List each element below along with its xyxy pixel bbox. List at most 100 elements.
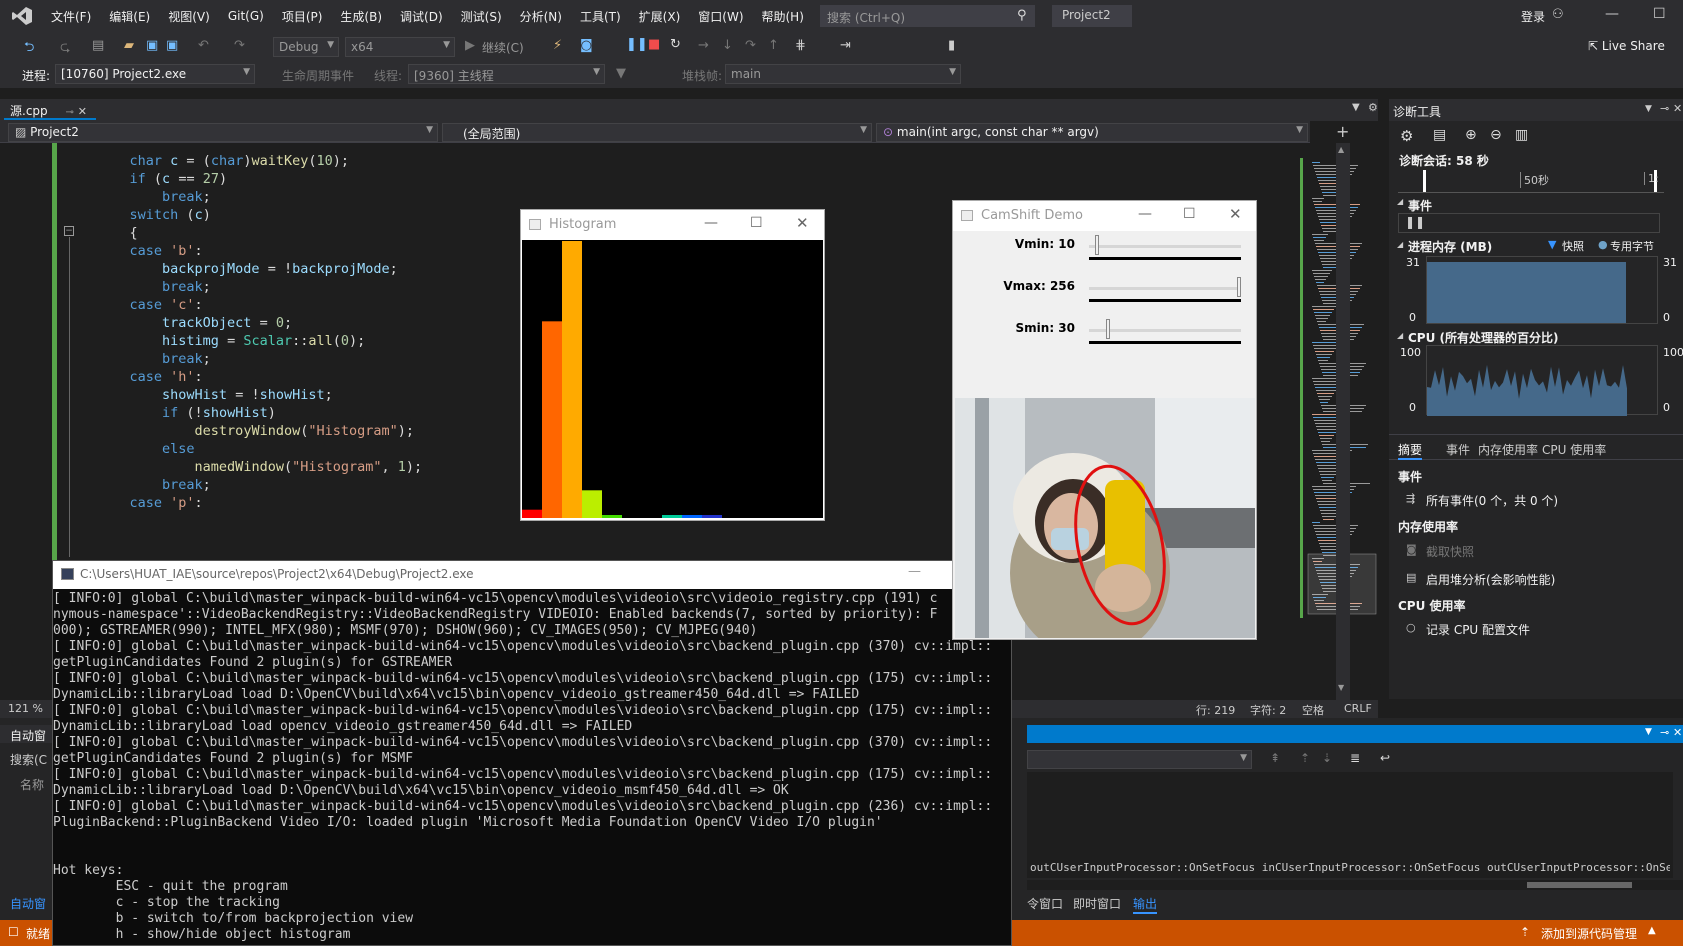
sign-in-link[interactable]: 登录: [1521, 8, 1545, 25]
take-snapshot-button[interactable]: 截取快照: [1426, 543, 1474, 560]
step-over-icon[interactable]: ↷: [745, 38, 756, 53]
split-editor-icon[interactable]: +: [1336, 122, 1349, 141]
close-icon[interactable]: ✕: [1673, 726, 1682, 739]
new-project-icon[interactable]: ▤: [92, 38, 104, 53]
trackbar[interactable]: [1089, 329, 1241, 332]
platform-select[interactable]: x64 ▼: [345, 37, 455, 57]
reset-zoom-icon[interactable]: ▥: [1515, 127, 1528, 143]
open-folder-icon[interactable]: ▰: [124, 38, 134, 53]
zoom-level[interactable]: 121 %: [8, 702, 43, 715]
tab-overflow-icon[interactable]: ▼: [1352, 102, 1360, 113]
lifecycle-events-button[interactable]: 生命周期事件: [282, 67, 354, 84]
pause-icon[interactable]: ❚❚: [626, 37, 648, 52]
trackbar-thumb[interactable]: [1237, 277, 1241, 297]
tab-command-window[interactable]: 令窗口: [1027, 895, 1063, 912]
previous-message-icon[interactable]: ⇡: [1300, 751, 1310, 765]
tab-source-cpp[interactable]: 源.cpp ⊸ ✕: [4, 101, 96, 120]
tab-output[interactable]: 输出: [1133, 895, 1158, 914]
stop-icon[interactable]: ■: [648, 37, 660, 52]
back-icon[interactable]: ⮌: [24, 38, 34, 60]
minimize-icon[interactable]: —: [908, 564, 921, 579]
console-window[interactable]: C:\Users\HUAT_IAE\source\repos\Project2\…: [52, 560, 1013, 946]
forward-icon[interactable]: ⮎: [60, 38, 70, 60]
next-message-icon[interactable]: ⇣: [1322, 751, 1332, 765]
restart-icon[interactable]: ↻: [670, 37, 681, 52]
indent-icon[interactable]: ⇥: [840, 38, 851, 53]
scroll-up-icon[interactable]: ▲: [1338, 145, 1344, 154]
pin-icon[interactable]: ⊸: [1660, 726, 1669, 739]
close-icon[interactable]: ✕: [1229, 205, 1242, 223]
user-icon[interactable]: ⚇: [1552, 7, 1564, 22]
bookmark-icon[interactable]: ▮: [948, 38, 955, 53]
menu-item[interactable]: 扩展(X): [630, 8, 690, 25]
record-cpu-profile-button[interactable]: 记录 CPU 配置文件: [1426, 621, 1530, 638]
settings-icon[interactable]: ⚙: [1400, 127, 1413, 145]
minimize-icon[interactable]: —: [1138, 206, 1152, 222]
search-icon[interactable]: ⚲: [1017, 8, 1027, 23]
diag-tab[interactable]: CPU 使用率: [1542, 441, 1606, 458]
thread-icon[interactable]: ⋕: [795, 38, 806, 53]
trackbar-thumb[interactable]: [1106, 319, 1111, 339]
function-dropdown[interactable]: ⊙ main(int argc, const char ** argv) ▼: [876, 123, 1308, 142]
vertical-scrollbar[interactable]: [1336, 143, 1350, 701]
timeline-start-marker[interactable]: [1423, 170, 1426, 192]
trackbar[interactable]: [1089, 287, 1241, 290]
trackbar-thumb[interactable]: [1094, 235, 1099, 255]
step-out-icon[interactable]: ↑: [768, 38, 779, 53]
stack-frame-select[interactable]: main ▼: [725, 64, 961, 84]
menu-item[interactable]: 测试(S): [452, 8, 511, 25]
menu-item[interactable]: 编辑(E): [100, 8, 159, 25]
zoom-in-icon[interactable]: ⊕: [1465, 127, 1477, 143]
undo-icon[interactable]: ↶: [198, 38, 209, 53]
filter-icon[interactable]: ▼: [616, 66, 626, 81]
menu-item[interactable]: 工具(T): [571, 8, 630, 25]
continue-button[interactable]: 继续(C): [482, 39, 524, 56]
diag-tab[interactable]: 内存使用率: [1478, 441, 1538, 458]
menu-item[interactable]: Git(G): [219, 9, 273, 23]
diag-tab[interactable]: 事件: [1446, 441, 1470, 458]
clear-all-icon[interactable]: ≣: [1350, 751, 1360, 765]
live-share-button[interactable]: ⇱ Live Share: [1588, 39, 1665, 53]
menu-item[interactable]: 调试(D): [391, 8, 452, 25]
word-wrap-icon[interactable]: ↩: [1380, 751, 1390, 765]
scroll-down-icon[interactable]: ▼: [1338, 683, 1344, 692]
configuration-select[interactable]: Debug ▼: [273, 37, 339, 57]
menu-item[interactable]: 生成(B): [331, 8, 391, 25]
cpu-graph[interactable]: [1426, 345, 1658, 416]
menu-item[interactable]: 分析(N): [511, 8, 571, 25]
menu-item[interactable]: 文件(F): [42, 8, 100, 25]
maximize-icon[interactable]: ☐: [1653, 6, 1666, 22]
close-icon[interactable]: ✕: [796, 214, 809, 232]
collapse-icon[interactable]: −: [64, 226, 74, 236]
close-icon[interactable]: ✕: [1673, 102, 1682, 115]
histogram-window[interactable]: Histogram — ☐ ✕: [520, 209, 825, 521]
expand-icon[interactable]: ◢: [1397, 331, 1403, 340]
menu-item[interactable]: 视图(V): [159, 8, 219, 25]
zoom-out-icon[interactable]: ⊖: [1490, 127, 1502, 143]
scope-dropdown[interactable]: (全局范围) ▼: [442, 123, 872, 142]
menu-item[interactable]: 窗口(W): [689, 8, 752, 25]
gear-icon[interactable]: ⚙: [1368, 101, 1378, 114]
screenshot-icon[interactable]: ◙: [580, 38, 593, 53]
diag-tab[interactable]: 摘要: [1398, 441, 1423, 460]
show-next-statement-icon[interactable]: →: [698, 38, 709, 53]
pin-icon[interactable]: ⊸: [1660, 102, 1669, 115]
minimize-icon[interactable]: —: [704, 215, 718, 231]
thread-select[interactable]: [9360] 主线程 ▼: [408, 64, 605, 84]
maximize-icon[interactable]: ☐: [1183, 206, 1196, 222]
expand-icon[interactable]: ◢: [1397, 197, 1403, 206]
hot-reload-icon[interactable]: ⚡: [553, 38, 562, 53]
tab-immediate-window[interactable]: 即时窗口: [1073, 895, 1121, 912]
all-events-link[interactable]: 所有事件(0 个，共 0 个): [1426, 492, 1558, 509]
panel-menu-icon[interactable]: ▼: [1645, 727, 1652, 737]
process-select[interactable]: [10760] Project2.exe ▼: [55, 64, 255, 84]
output-source-select[interactable]: ▼: [1027, 750, 1252, 769]
heap-profiling-button[interactable]: 启用堆分析(会影响性能): [1426, 571, 1555, 588]
expand-icon[interactable]: ◢: [1397, 240, 1403, 249]
save-icon[interactable]: ▣: [146, 38, 158, 53]
output-hscroll-thumb[interactable]: [1527, 882, 1632, 888]
autos-search[interactable]: 搜索(C: [10, 751, 47, 768]
events-track[interactable]: [1398, 213, 1660, 233]
close-icon[interactable]: ✕: [78, 105, 87, 118]
maximize-icon[interactable]: ☐: [750, 215, 763, 231]
